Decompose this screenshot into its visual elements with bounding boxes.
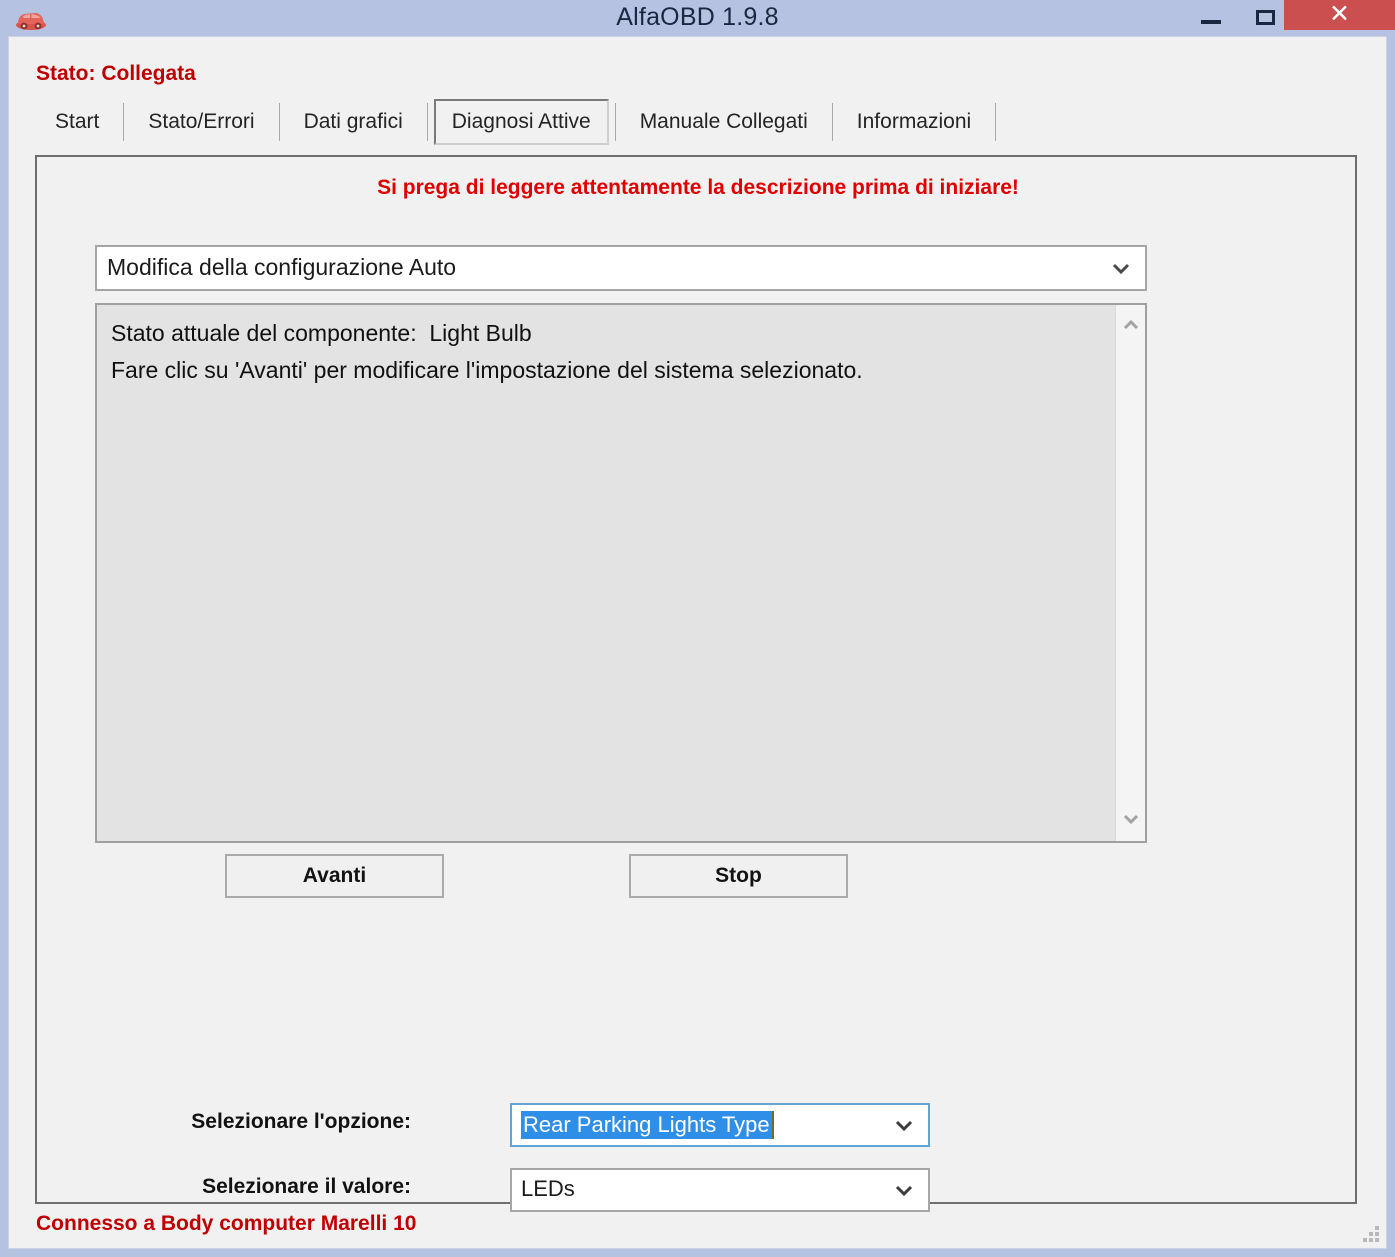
minimize-icon [1201,20,1221,24]
title-bar: AlfaOBD 1.9.8 ✕ [0,0,1395,36]
value-select[interactable]: LEDs [510,1168,930,1212]
option-select-value: Rear Parking Lights Type [521,1111,774,1139]
tab-manuale-collegati[interactable]: Manuale Collegati [616,99,832,145]
tab-strip: Start Stato/Errori Dati grafici Diagnosi… [31,99,997,145]
tab-stato-errori[interactable]: Stato/Errori [124,99,278,145]
next-button[interactable]: Avanti [225,854,444,898]
description-text: Stato attuale del componente: Light Bulb… [111,320,863,383]
resize-grip[interactable] [1362,1225,1380,1243]
close-button[interactable]: ✕ [1284,0,1395,30]
tab-start[interactable]: Start [31,99,123,145]
diagnostics-panel: Si prega di leggere attentamente la desc… [35,155,1357,1212]
alfaobd-window: AlfaOBD 1.9.8 ✕ Stato: Collegata Start S… [0,0,1395,1257]
scroll-down-icon[interactable] [1116,805,1146,835]
warning-text: Si prega di leggere attentamente la desc… [377,176,1019,199]
tab-informazioni[interactable]: Informazioni [833,99,995,145]
value-select-value: LEDs [521,1176,575,1201]
scroll-up-icon[interactable] [1116,311,1146,341]
tab-dati-grafici[interactable]: Dati grafici [280,99,427,145]
client-area: Stato: Collegata Start Stato/Errori Dati… [8,36,1387,1249]
function-select-value: Modifica della configurazione Auto [107,254,457,280]
close-icon: ✕ [1329,0,1350,28]
chevron-down-icon [894,1118,914,1132]
maximize-icon [1256,10,1275,25]
chevron-down-icon [1111,261,1131,275]
tab-separator [995,103,997,141]
value-label: Selezionare il valore: [202,1175,411,1198]
description-scrollbar[interactable] [1115,305,1145,841]
minimize-button[interactable] [1185,0,1237,34]
ecu-status-label: Connesso a Body computer Marelli 10 [36,1212,417,1235]
tab-separator [426,103,428,141]
tab-diagnosi-attive[interactable]: Diagnosi Attive [433,99,609,145]
option-label: Selezionare l'opzione: [191,1110,411,1133]
chevron-down-icon [894,1183,914,1197]
description-box: Stato attuale del componente: Light Bulb… [95,303,1147,843]
option-select[interactable]: Rear Parking Lights Type [510,1103,930,1147]
function-select[interactable]: Modifica della configurazione Auto [95,245,1147,291]
connection-status-label: Stato: Collegata [36,62,196,85]
stop-button[interactable]: Stop [629,854,848,898]
